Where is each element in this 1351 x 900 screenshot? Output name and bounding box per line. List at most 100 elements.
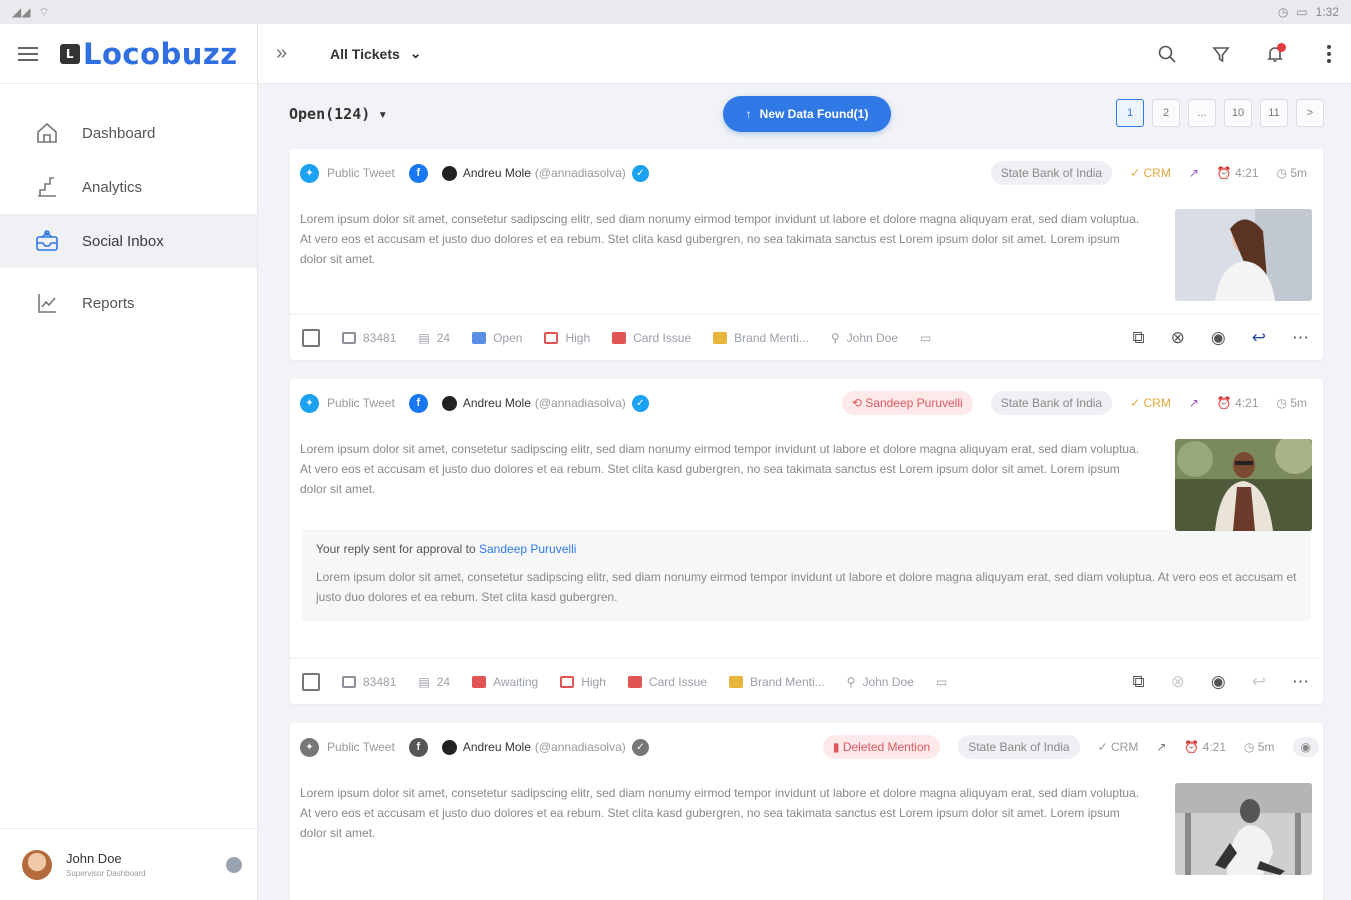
trend-icon: ↗	[1188, 166, 1199, 180]
notification-badge	[1277, 43, 1286, 52]
ticket-card[interactable]: ✦ Public Tweet f Andreu Mole (@annadiaso…	[290, 723, 1323, 900]
ticket-card[interactable]: ✦ Public Tweet f Andreu Mole (@annadiaso…	[290, 149, 1323, 360]
bell-icon[interactable]	[1261, 40, 1289, 68]
reply-icon[interactable]: ↩	[1252, 328, 1266, 348]
ticket-meta: ▮ Deleted Mention State Bank of India ✓ …	[822, 723, 1319, 771]
author-name[interactable]: Andreu Mole	[463, 166, 531, 180]
more-vertical-icon[interactable]	[1315, 40, 1343, 68]
eye-icon[interactable]: ◉	[1211, 672, 1226, 692]
more-horizontal-icon[interactable]: ⋯	[1292, 328, 1309, 348]
approver-pill: ⟲ Sandeep Puruvelli	[841, 391, 973, 415]
channel-label: Public Tweet	[327, 166, 395, 180]
select-checkbox[interactable]	[302, 328, 320, 347]
sidebar-item-social-inbox[interactable]: Social Inbox	[0, 214, 257, 268]
page-1[interactable]: 1	[1116, 99, 1144, 127]
filter-icon[interactable]	[1207, 40, 1235, 68]
ticket-category[interactable]: Card Issue	[627, 675, 707, 689]
ticket-priority[interactable]: High	[560, 675, 606, 689]
crm-status: ✓ CRM	[1130, 166, 1171, 180]
sidebar-item-analytics[interactable]: Analytics	[0, 160, 257, 214]
ticket-age: ◷ 5m	[1277, 396, 1307, 410]
top-header: » All Tickets ⌄	[258, 24, 1351, 84]
page-next[interactable]: >	[1296, 99, 1324, 127]
status-filter-dropdown[interactable]: Open(124) ▾	[289, 105, 387, 123]
signal-icon: ◢◢	[12, 5, 31, 19]
sla-timer: ⏰ 4:21	[1184, 740, 1226, 754]
sidebar-item-dashboard[interactable]: Dashboard	[0, 106, 257, 160]
new-data-button[interactable]: ↑ New Data Found(1)	[723, 96, 891, 132]
tickets-dropdown[interactable]: All Tickets ⌄	[330, 45, 422, 62]
user-profile[interactable]: John Doe Supervisor Dashboard	[0, 828, 258, 900]
author-name[interactable]: Andreu Mole	[463, 396, 531, 410]
category-icon	[627, 675, 642, 688]
mention-icon	[713, 331, 728, 344]
check-icon: ✓	[1097, 740, 1111, 754]
close-ticket-icon[interactable]: ⊗	[1171, 328, 1185, 348]
eye-icon[interactable]: ◉	[1211, 328, 1226, 348]
open-external-icon[interactable]: ⧉	[1133, 672, 1145, 692]
menu-icon[interactable]	[18, 46, 38, 61]
note-icon[interactable]: ▭	[920, 331, 931, 345]
page-ellipsis[interactable]: ...	[1188, 99, 1216, 127]
ticket-card[interactable]: ✦ Public Tweet f Andreu Mole (@annadiaso…	[290, 379, 1323, 704]
trend-icon: ↗	[1156, 740, 1167, 754]
author-name[interactable]: Andreu Mole	[463, 740, 531, 754]
approval-icon: ⟲	[851, 396, 866, 410]
post-image[interactable]	[1175, 439, 1312, 531]
ticket-category-value: Card Issue	[633, 330, 692, 345]
chevron-down-icon: ⌄	[409, 45, 422, 61]
chevron-down-icon: ▾	[378, 105, 388, 123]
ticket-header: ✦ Public Tweet f Andreu Mole (@annadiaso…	[290, 149, 1323, 197]
page-10[interactable]: 10	[1224, 99, 1252, 127]
ticket-id: 83481	[342, 331, 396, 345]
more-horizontal-icon[interactable]: ⋯	[1292, 672, 1309, 692]
ticket-age: ◷ 5m	[1277, 166, 1307, 180]
ticket-mention-value: Brand Menti...	[749, 674, 825, 689]
post-image[interactable]	[1175, 209, 1312, 301]
reply-icon[interactable]: ↩	[1252, 672, 1266, 692]
pagination: 1 2 ... 10 11 >	[1116, 99, 1324, 127]
approver-name: Sandeep Puruvelli	[865, 396, 963, 410]
post-image[interactable]	[1175, 783, 1312, 875]
page-11[interactable]: 11	[1260, 99, 1288, 127]
inbox-icon	[34, 228, 60, 254]
search-icon[interactable]	[1153, 40, 1181, 68]
author-handle: (@annadiasolva)	[534, 740, 626, 754]
logo[interactable]: L Locobuzz	[60, 37, 238, 71]
ticket-status[interactable]: Open	[472, 331, 522, 345]
facebook-icon: f	[408, 163, 428, 183]
ticket-assignee-value: John Doe	[862, 674, 914, 689]
ticket-category[interactable]: Card Issue	[612, 331, 691, 345]
settings-icon[interactable]	[226, 857, 242, 873]
crm-label: CRM	[1143, 166, 1171, 180]
ticket-mention[interactable]: Brand Menti...	[728, 674, 825, 689]
deleted-pill: ▮ Deleted Mention	[822, 735, 941, 759]
ticket-id-value: 83481	[363, 330, 397, 345]
crm-label: CRM	[1111, 740, 1139, 754]
verified-icon: ✓	[631, 394, 649, 412]
note-icon[interactable]: ▭	[936, 675, 947, 689]
double-chevron-right-icon[interactable]: »	[276, 42, 300, 65]
close-ticket-icon[interactable]: ⊗	[1171, 672, 1185, 692]
user-name: John Doe	[66, 851, 122, 866]
sidebar-nav: Dashboard Analytics Social Inbox Reports	[0, 106, 257, 330]
author-avatar	[441, 165, 457, 181]
ticket-assignee[interactable]: ⚲ John Doe	[847, 675, 914, 689]
ticket-priority[interactable]: High	[544, 331, 590, 345]
approver-link[interactable]: Sandeep Puruvelli	[479, 542, 576, 556]
ticket-body: Lorem ipsum dolor sit amet, consetetur s…	[300, 442, 1140, 496]
ticket-assignee[interactable]: ⚲ John Doe	[831, 331, 898, 345]
age-label: 5m	[1290, 396, 1307, 410]
sidebar-item-reports[interactable]: Reports	[0, 276, 257, 330]
eye-icon[interactable]: ◉	[1292, 737, 1319, 757]
sla-time: 4:21	[1235, 396, 1259, 410]
status-bar: ◢◢ ⌔ ◷ ▭ 1:32	[0, 0, 1351, 24]
open-external-icon[interactable]: ⧉	[1133, 328, 1145, 348]
select-checkbox[interactable]	[302, 672, 320, 691]
ticket-mention[interactable]: Brand Menti...	[713, 331, 809, 345]
ticket-status[interactable]: Awaiting	[472, 675, 538, 689]
page-2[interactable]: 2	[1152, 99, 1180, 127]
brand-pill: State Bank of India	[958, 735, 1080, 759]
comment-count: ▤ 24	[418, 331, 450, 345]
clock-icon: ◷	[1244, 740, 1258, 754]
